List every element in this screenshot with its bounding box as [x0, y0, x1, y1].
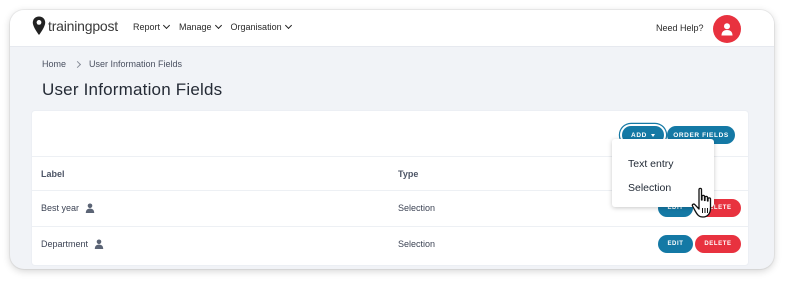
breadcrumb-home[interactable]: Home [42, 59, 66, 69]
help-link[interactable]: Need Help? [656, 23, 704, 33]
nav-organisation[interactable]: Organisation [230, 21, 292, 32]
column-header-type: Type [398, 169, 419, 179]
row-label-text: Department [41, 239, 89, 249]
menu-item-selection[interactable]: Selection [628, 182, 671, 194]
avatar[interactable] [713, 15, 741, 43]
table-row-label: Best year [41, 201, 95, 215]
caret-down-icon [650, 133, 655, 137]
breadcrumb-current: User Information Fields [89, 59, 183, 69]
logo-text: trainingpost [48, 18, 118, 34]
row-type: Selection [398, 239, 436, 249]
map-pin-icon [32, 16, 46, 35]
user-icon [721, 23, 733, 36]
logo[interactable]: trainingpost [32, 15, 118, 37]
column-header-label: Label [41, 169, 65, 179]
edit-button[interactable]: EDIT [658, 235, 693, 253]
nav-manage-label: Manage [179, 22, 212, 32]
chevron-down-icon [284, 21, 292, 30]
person-icon [94, 239, 104, 249]
add-button-label: ADD [631, 131, 647, 139]
nav-report[interactable]: Report [133, 21, 171, 32]
nav-report-label: Report [133, 22, 161, 32]
top-navigation-bar: trainingpost Report Manage Organisation … [10, 10, 774, 47]
delete-button[interactable]: DELETE [695, 235, 741, 253]
main-nav: Report Manage Organisation [133, 21, 292, 32]
breadcrumb: Home User Information Fields [42, 59, 182, 69]
hand-pointer-icon [691, 187, 712, 218]
nav-manage[interactable]: Manage [179, 21, 222, 32]
nav-organisation-label: Organisation [230, 22, 282, 32]
row-type: Selection [398, 203, 436, 213]
chevron-down-icon [162, 21, 171, 30]
menu-item-text-entry[interactable]: Text entry [628, 158, 674, 170]
row-label-text: Best year [41, 203, 80, 213]
chevron-right-icon [73, 60, 82, 68]
chevron-down-icon [214, 21, 222, 30]
divider [32, 226, 748, 227]
table-row-label: Department [41, 237, 104, 251]
page-title: User Information Fields [42, 80, 223, 99]
person-icon [85, 203, 95, 213]
